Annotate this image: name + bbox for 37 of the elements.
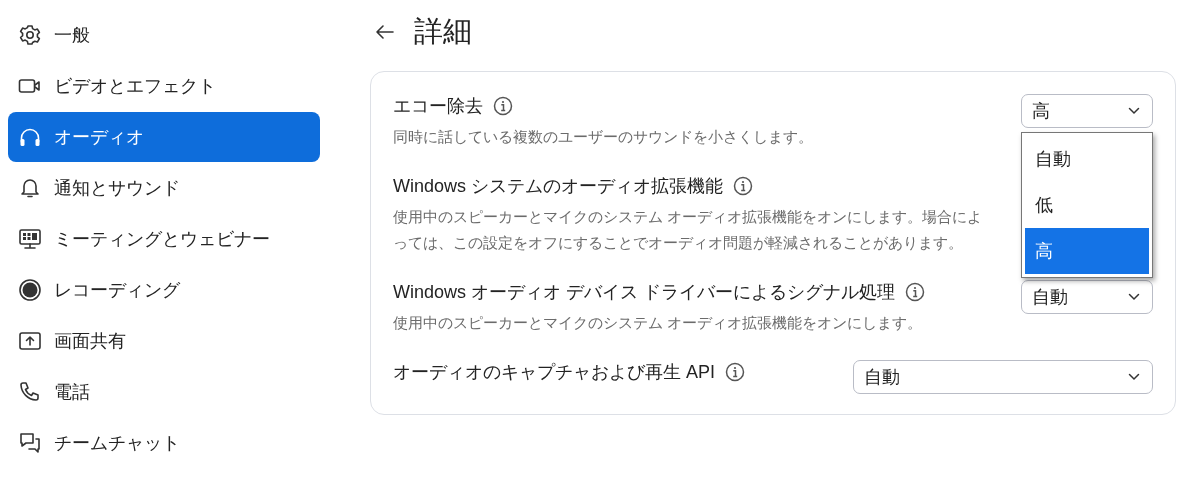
setting-title: Windows オーディオ デバイス ドライバーによるシグナル処理 [393,281,896,304]
setting-description: 使用中のスピーカーとマイクのシステム オーディオ拡張機能をオンにします。場合によっては、この設定をオフにすることでオーディオ問題が軽減されることがあります。 [393,207,984,253]
sidebar-item[interactable]: 一般 [8,10,320,60]
dropdown[interactable]: 高 [1021,94,1153,128]
info-icon[interactable] [725,362,745,382]
sidebar-item[interactable]: 通知とサウンド [8,163,320,213]
phone-icon [18,380,42,404]
setting-title: Windows システムのオーディオ拡張機能 [393,175,724,198]
sidebar-item[interactable]: ミーティングとウェビナー [8,214,320,264]
chevron-down-icon [1128,373,1140,381]
sidebar-item[interactable]: レコーディング [8,265,320,315]
setting-title: オーディオのキャプチャおよび再生 API [393,361,715,384]
sidebar-item[interactable]: 電話 [8,367,320,417]
setting-description: 使用中のスピーカーとマイクのシステム オーディオ拡張機能をオンにします。 [393,313,924,333]
setting-title: エコー除去 [393,95,483,118]
info-icon[interactable] [493,96,513,116]
sidebar-item[interactable]: 画面共有 [8,316,320,366]
record-icon [18,278,42,302]
menu-option[interactable]: 自動 [1025,136,1149,182]
dropdown[interactable]: 自動 [853,360,1153,394]
dropdown[interactable]: 自動 [1021,280,1153,314]
monitor-grid-icon [18,227,42,251]
info-icon[interactable] [733,176,754,196]
chevron-down-icon [1128,107,1140,115]
setting-description: 同時に話している複数のユーザーのサウンドを小さくします。 [393,127,813,147]
chevron-down-icon [1128,293,1140,301]
gear-icon [18,23,42,47]
page-title: 詳細 [414,14,472,49]
chat-icon [18,431,42,455]
info-icon[interactable] [905,282,926,302]
sidebar-item[interactable]: オーディオ [8,112,320,162]
menu-option[interactable]: 低 [1025,182,1149,228]
menu-option[interactable]: 高 [1025,228,1149,274]
sidebar-item[interactable]: チームチャット [8,418,320,468]
bell-icon [18,176,42,200]
share-screen-icon [18,329,42,353]
sidebar-item[interactable]: ビデオとエフェクト [8,61,320,111]
